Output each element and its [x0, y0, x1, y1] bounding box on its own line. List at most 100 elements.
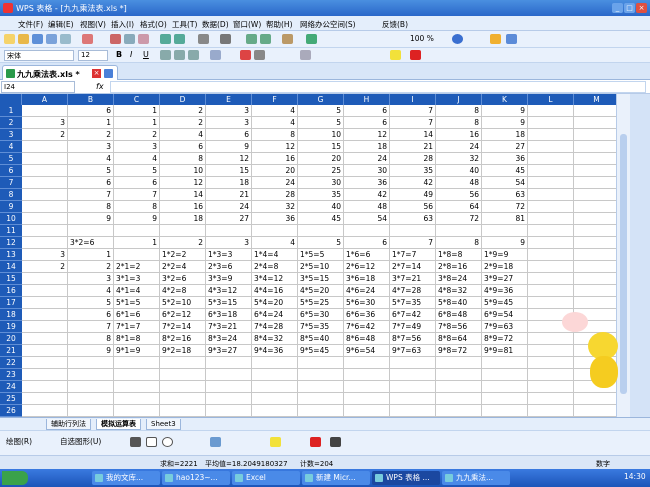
- cell-k14[interactable]: 2*9=18: [482, 261, 528, 273]
- cell-a11[interactable]: [22, 225, 68, 237]
- cell-g18[interactable]: 6*5=30: [298, 309, 344, 321]
- cell-k17[interactable]: 5*9=45: [482, 297, 528, 309]
- cell-d2[interactable]: 2: [160, 117, 206, 129]
- cell-b23[interactable]: [68, 369, 114, 381]
- cell-h3[interactable]: 12: [344, 129, 390, 141]
- cell-c7[interactable]: 6: [114, 177, 160, 189]
- cell-k9[interactable]: 72: [482, 201, 528, 213]
- underline-button[interactable]: U: [143, 50, 149, 59]
- line-icon[interactable]: [130, 437, 141, 447]
- cell-e18[interactable]: 6*3=18: [206, 309, 252, 321]
- cell-h19[interactable]: 7*6=42: [344, 321, 390, 333]
- cell-f11[interactable]: [252, 225, 298, 237]
- print-icon[interactable]: [46, 34, 57, 44]
- filter-icon[interactable]: [282, 34, 293, 44]
- oval-icon[interactable]: [162, 437, 173, 447]
- cell-f6[interactable]: 20: [252, 165, 298, 177]
- cell-g21[interactable]: 9*5=45: [298, 345, 344, 357]
- hyperlink-icon[interactable]: [198, 34, 209, 44]
- cell-i23[interactable]: [390, 369, 436, 381]
- task-item-4[interactable]: WPS 表格 ...: [372, 471, 440, 485]
- cell-k23[interactable]: [482, 369, 528, 381]
- cell-i12[interactable]: 7: [390, 237, 436, 249]
- name-box[interactable]: I24: [1, 81, 75, 93]
- cell-b12[interactable]: 3*2=6: [68, 237, 114, 249]
- cell-b18[interactable]: 6: [68, 309, 114, 321]
- new-icon[interactable]: [4, 34, 15, 44]
- row-header-2[interactable]: 2: [0, 117, 22, 129]
- cell-c22[interactable]: [114, 357, 160, 369]
- cell-c13[interactable]: [114, 249, 160, 261]
- cell-e25[interactable]: [206, 393, 252, 405]
- cell-m1[interactable]: [574, 105, 616, 117]
- row-header-9[interactable]: 9: [0, 201, 22, 213]
- cell-k15[interactable]: 3*9=27: [482, 273, 528, 285]
- cell-f14[interactable]: 2*4=8: [252, 261, 298, 273]
- cell-e12[interactable]: 3: [206, 237, 252, 249]
- cell-d7[interactable]: 12: [160, 177, 206, 189]
- merge-icon[interactable]: [210, 50, 221, 60]
- cell-f12[interactable]: 4: [252, 237, 298, 249]
- cell-l14[interactable]: [528, 261, 574, 273]
- cell-a10[interactable]: [22, 213, 68, 225]
- cell-g17[interactable]: 5*5=25: [298, 297, 344, 309]
- cell-g14[interactable]: 2*5=10: [298, 261, 344, 273]
- document-tab[interactable]: 九九乘法表.xls * ×: [2, 65, 118, 80]
- cell-c26[interactable]: [114, 405, 160, 417]
- cell-c25[interactable]: [114, 393, 160, 405]
- cell-d26[interactable]: [160, 405, 206, 417]
- row-header-10[interactable]: 10: [0, 213, 22, 225]
- cell-l13[interactable]: [528, 249, 574, 261]
- row-header-1[interactable]: 1: [0, 105, 22, 117]
- cell-g26[interactable]: [298, 405, 344, 417]
- copy-icon[interactable]: [124, 34, 135, 44]
- cell-b5[interactable]: 4: [68, 153, 114, 165]
- column-header-e[interactable]: E: [206, 94, 252, 105]
- cell-l9[interactable]: [528, 201, 574, 213]
- cell-g3[interactable]: 10: [298, 129, 344, 141]
- cell-a23[interactable]: [22, 369, 68, 381]
- rectangle-icon[interactable]: [146, 437, 157, 447]
- cell-h5[interactable]: 24: [344, 153, 390, 165]
- cell-d25[interactable]: [160, 393, 206, 405]
- cell-g20[interactable]: 8*5=40: [298, 333, 344, 345]
- sheet-tab-1[interactable]: 模拟运算表: [96, 419, 141, 430]
- column-header-i[interactable]: I: [390, 94, 436, 105]
- cell-a7[interactable]: [22, 177, 68, 189]
- spellcheck-icon[interactable]: [82, 34, 93, 44]
- cell-f19[interactable]: 7*4=28: [252, 321, 298, 333]
- bold-button[interactable]: B: [116, 50, 122, 59]
- cell-m6[interactable]: [574, 165, 616, 177]
- cell-m10[interactable]: [574, 213, 616, 225]
- cut-icon[interactable]: [110, 34, 121, 44]
- cell-c4[interactable]: 3: [114, 141, 160, 153]
- cell-b8[interactable]: 7: [68, 189, 114, 201]
- cell-a3[interactable]: 2: [22, 129, 68, 141]
- cell-f25[interactable]: [252, 393, 298, 405]
- cell-k7[interactable]: 54: [482, 177, 528, 189]
- cell-g9[interactable]: 40: [298, 201, 344, 213]
- cell-k1[interactable]: 9: [482, 105, 528, 117]
- cell-l8[interactable]: [528, 189, 574, 201]
- cell-j7[interactable]: 48: [436, 177, 482, 189]
- cell-b25[interactable]: [68, 393, 114, 405]
- cell-e16[interactable]: 4*3=12: [206, 285, 252, 297]
- cell-c14[interactable]: 2*1=2: [114, 261, 160, 273]
- column-header-h[interactable]: H: [344, 94, 390, 105]
- cell-h10[interactable]: 54: [344, 213, 390, 225]
- column-header-d[interactable]: D: [160, 94, 206, 105]
- new-tab-icon[interactable]: [104, 69, 113, 78]
- cell-k13[interactable]: 1*9=9: [482, 249, 528, 261]
- row-header-6[interactable]: 6: [0, 165, 22, 177]
- row-header-5[interactable]: 5: [0, 153, 22, 165]
- cell-h22[interactable]: [344, 357, 390, 369]
- cell-l16[interactable]: [528, 285, 574, 297]
- layout-icon[interactable]: [490, 34, 501, 44]
- cell-d6[interactable]: 10: [160, 165, 206, 177]
- cell-g10[interactable]: 45: [298, 213, 344, 225]
- cell-l6[interactable]: [528, 165, 574, 177]
- cell-g8[interactable]: 35: [298, 189, 344, 201]
- cell-l4[interactable]: [528, 141, 574, 153]
- cell-f5[interactable]: 16: [252, 153, 298, 165]
- column-header-l[interactable]: L: [528, 94, 574, 105]
